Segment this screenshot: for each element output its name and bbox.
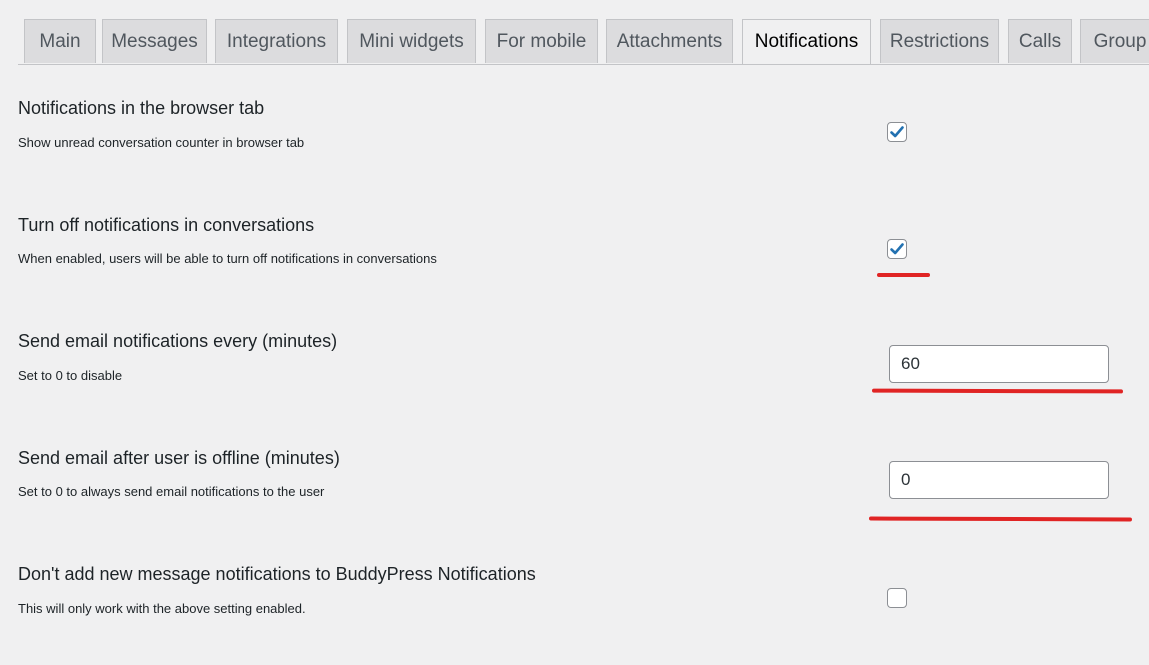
checkmark-icon bbox=[890, 126, 904, 138]
tab-group[interactable]: Group bbox=[1080, 19, 1149, 63]
setting-title-email-every: Send email notifications every (minutes) bbox=[18, 331, 338, 351]
annotation-underline bbox=[877, 273, 930, 277]
offline-delay-input[interactable] bbox=[889, 461, 1109, 499]
tab-notifications[interactable]: Notifications bbox=[742, 19, 871, 64]
checkmark-icon bbox=[890, 243, 904, 255]
buddypress-checkbox[interactable] bbox=[887, 588, 907, 608]
setting-title-turn-off-notifications: Turn off notifications in conversations bbox=[18, 215, 315, 235]
setting-desc-buddypress: This will only work with the above setti… bbox=[18, 601, 306, 616]
tab-calls[interactable]: Calls bbox=[1008, 19, 1072, 63]
settings-tabs: Main Messages Integrations Mini widgets … bbox=[18, 0, 1149, 65]
setting-desc-turn-off-notifications: When enabled, users will be able to turn… bbox=[18, 251, 437, 266]
browser-tab-checkbox[interactable] bbox=[887, 122, 907, 142]
annotation-underline bbox=[868, 516, 1133, 522]
tab-messages[interactable]: Messages bbox=[102, 19, 207, 63]
setting-title-browser-tab: Notifications in the browser tab bbox=[18, 98, 265, 118]
tab-restrictions[interactable]: Restrictions bbox=[880, 19, 999, 63]
setting-title-buddypress: Don't add new message notifications to B… bbox=[18, 564, 536, 584]
tab-main[interactable]: Main bbox=[24, 19, 96, 63]
setting-desc-browser-tab: Show unread conversation counter in brow… bbox=[18, 135, 305, 150]
tab-mini-widgets[interactable]: Mini widgets bbox=[347, 19, 476, 63]
annotation-underline bbox=[871, 388, 1124, 394]
setting-desc-email-offline: Set to 0 to always send email notificati… bbox=[18, 484, 325, 499]
tab-attachments[interactable]: Attachments bbox=[606, 19, 733, 63]
tab-for-mobile[interactable]: For mobile bbox=[485, 19, 598, 63]
setting-desc-email-every: Set to 0 to disable bbox=[18, 368, 123, 383]
tab-integrations[interactable]: Integrations bbox=[215, 19, 338, 63]
setting-title-email-offline: Send email after user is offline (minute… bbox=[18, 448, 340, 468]
email-interval-input[interactable] bbox=[889, 345, 1109, 383]
turn-off-notifications-checkbox[interactable] bbox=[887, 239, 907, 259]
